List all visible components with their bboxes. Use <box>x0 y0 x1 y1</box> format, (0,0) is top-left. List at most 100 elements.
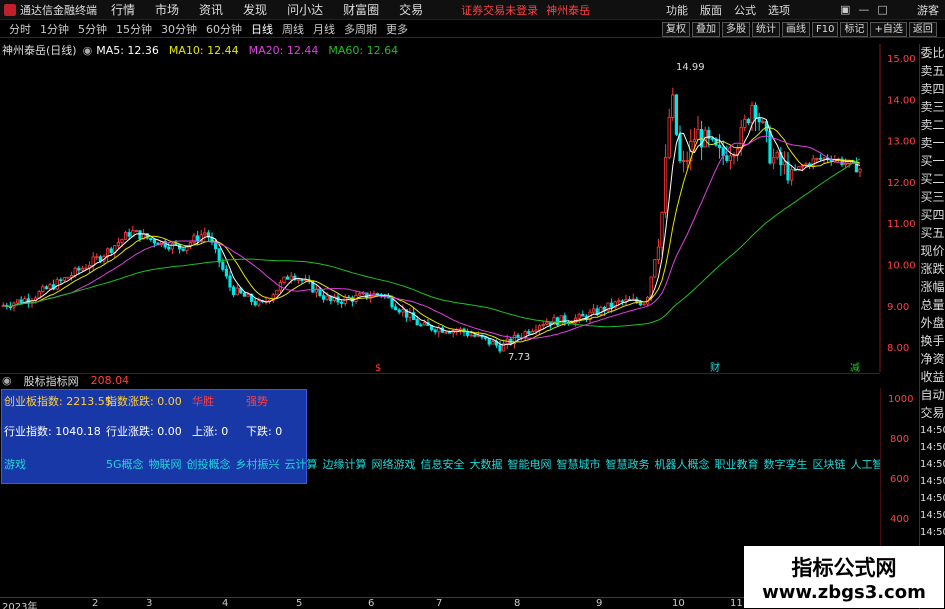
op-multistock[interactable]: 多股 <box>722 21 750 37</box>
side-item[interactable]: 买四 <box>920 206 945 224</box>
period-weekly[interactable]: 周线 <box>282 21 304 37</box>
period-60min[interactable]: 60分钟 <box>206 21 242 37</box>
concept-tag[interactable]: 乡村振兴 <box>236 458 280 471</box>
concept-tag[interactable]: 数字孪生 <box>764 458 808 471</box>
concept-tag[interactable]: 云计算 <box>285 458 318 471</box>
side-item[interactable]: 14:50 <box>920 422 945 439</box>
op-adjust[interactable]: 复权 <box>662 21 690 37</box>
side-item[interactable]: 卖三 <box>920 98 945 116</box>
side-item[interactable]: 卖二 <box>920 116 945 134</box>
side-item[interactable]: 卖四 <box>920 80 945 98</box>
candle-body <box>685 160 689 162</box>
candle-body <box>397 309 401 313</box>
guest-label[interactable]: 游客 <box>917 2 939 18</box>
side-item[interactable]: 14:50 <box>920 456 945 473</box>
side-item[interactable]: 买五 <box>920 224 945 242</box>
period-multi[interactable]: 多周期 <box>344 21 377 37</box>
maximize-icon[interactable]: □ <box>877 3 887 16</box>
side-item[interactable]: 14:50 <box>920 490 945 507</box>
concept-tag[interactable]: 创投概念 <box>187 458 231 471</box>
candle-body <box>235 287 239 296</box>
side-item[interactable]: 现价 <box>920 242 945 260</box>
menu-discover[interactable]: 发现 <box>243 1 267 18</box>
app-logo-icon <box>4 3 16 16</box>
period-more[interactable]: 更多 <box>386 21 408 37</box>
side-item[interactable]: 换手 <box>920 332 945 350</box>
op-back[interactable]: 返回 <box>908 21 937 37</box>
ind-ytick: 400 <box>890 514 909 525</box>
side-item[interactable]: 14:50 <box>920 507 945 524</box>
period-timeshare[interactable]: 分时 <box>9 21 31 37</box>
menu-options[interactable]: 选项 <box>768 2 790 18</box>
kline-chart[interactable]: 15.00 14.00 13.00 12.00 11.00 10.00 9.00 8.00 1… <box>0 44 919 372</box>
menu-formula[interactable]: 公式 <box>734 2 756 18</box>
concept-tag[interactable]: 人工智能 <box>851 458 880 471</box>
menu-market[interactable]: 市场 <box>155 1 179 18</box>
op-draw[interactable]: 画线 <box>782 21 810 37</box>
side-item[interactable]: 买三 <box>920 188 945 206</box>
menu-trade[interactable]: 交易 <box>399 1 423 18</box>
concept-tag[interactable]: 物联网 <box>149 458 182 471</box>
menu-ask[interactable]: 问小达 <box>287 1 323 18</box>
side-item[interactable]: 14:50 <box>920 473 945 490</box>
op-mark[interactable]: 标记 <box>840 21 869 37</box>
minimize-icon[interactable]: — <box>858 3 869 16</box>
op-f10[interactable]: F10 <box>812 21 839 37</box>
concept-tag[interactable]: 智慧城市 <box>557 458 601 471</box>
indicator-name[interactable]: 股标指标网 <box>24 373 79 389</box>
concept-tag[interactable]: 职业教育 <box>715 458 759 471</box>
app-title: 通达信金融终端 <box>20 3 97 17</box>
side-item[interactable]: 外盘 <box>920 314 945 332</box>
candle-body <box>498 344 502 352</box>
candle-body <box>116 242 120 246</box>
period-30min[interactable]: 30分钟 <box>161 21 197 37</box>
period-15min[interactable]: 15分钟 <box>116 21 152 37</box>
side-item[interactable]: 卖一 <box>920 134 945 152</box>
window-icon[interactable]: ▣ <box>840 3 850 16</box>
side-item[interactable]: 14:50 <box>920 439 945 456</box>
side-item[interactable]: 买二 <box>920 170 945 188</box>
concept-tag[interactable]: 5G概念 <box>106 458 144 471</box>
period-daily[interactable]: 日线 <box>251 21 273 37</box>
side-item[interactable]: 委比 <box>920 44 945 62</box>
candle-body <box>339 301 344 304</box>
candle-body <box>815 157 819 160</box>
menu-layout[interactable]: 版面 <box>700 2 722 18</box>
candle-body <box>818 157 823 160</box>
period-monthly[interactable]: 月线 <box>313 21 335 37</box>
op-overlay[interactable]: 叠加 <box>692 21 720 37</box>
concept-tag[interactable]: 信息安全 <box>421 458 465 471</box>
menu-function[interactable]: 功能 <box>666 2 688 18</box>
candle-body <box>541 324 545 327</box>
side-item[interactable]: 14:50 <box>920 524 945 541</box>
side-item[interactable]: 卖五 <box>920 62 945 80</box>
op-stats[interactable]: 统计 <box>752 21 780 37</box>
concept-tag[interactable]: 网络游戏 <box>372 458 416 471</box>
candle-body <box>444 331 448 334</box>
side-item[interactable]: 买一 <box>920 152 945 170</box>
concept-tag[interactable]: 区块链 <box>813 458 846 471</box>
candle-body <box>231 286 236 296</box>
menu-wealth[interactable]: 财富圈 <box>343 1 379 18</box>
concept-tag[interactable]: 机器人概念 <box>655 458 710 471</box>
concept-tag[interactable]: 边缘计算 <box>323 458 367 471</box>
side-item[interactable]: 涨跌 <box>920 260 945 278</box>
side-item[interactable]: 自动 <box>920 386 945 404</box>
candle-body <box>678 133 682 162</box>
period-5min[interactable]: 5分钟 <box>78 21 107 37</box>
concept-tag[interactable]: 智能电网 <box>508 458 552 471</box>
concept-tag[interactable]: 大数据 <box>470 458 503 471</box>
period-1min[interactable]: 1分钟 <box>40 21 69 37</box>
menu-quotes[interactable]: 行情 <box>111 1 135 18</box>
concept-tag[interactable]: 智慧政务 <box>606 458 650 471</box>
menu-news[interactable]: 资讯 <box>199 1 223 18</box>
op-add-watch[interactable]: +自选 <box>870 21 907 37</box>
indicator-settings-icon[interactable]: ◉ <box>2 374 12 387</box>
side-item[interactable]: 收益 <box>920 368 945 386</box>
side-item[interactable]: 总量 <box>920 296 945 314</box>
side-item[interactable]: 交易 <box>920 404 945 422</box>
candle-body <box>840 158 844 165</box>
side-item[interactable]: 净资 <box>920 350 945 368</box>
side-item[interactable]: 涨幅 <box>920 278 945 296</box>
login-notice[interactable]: 证券交易未登录 <box>461 2 538 18</box>
